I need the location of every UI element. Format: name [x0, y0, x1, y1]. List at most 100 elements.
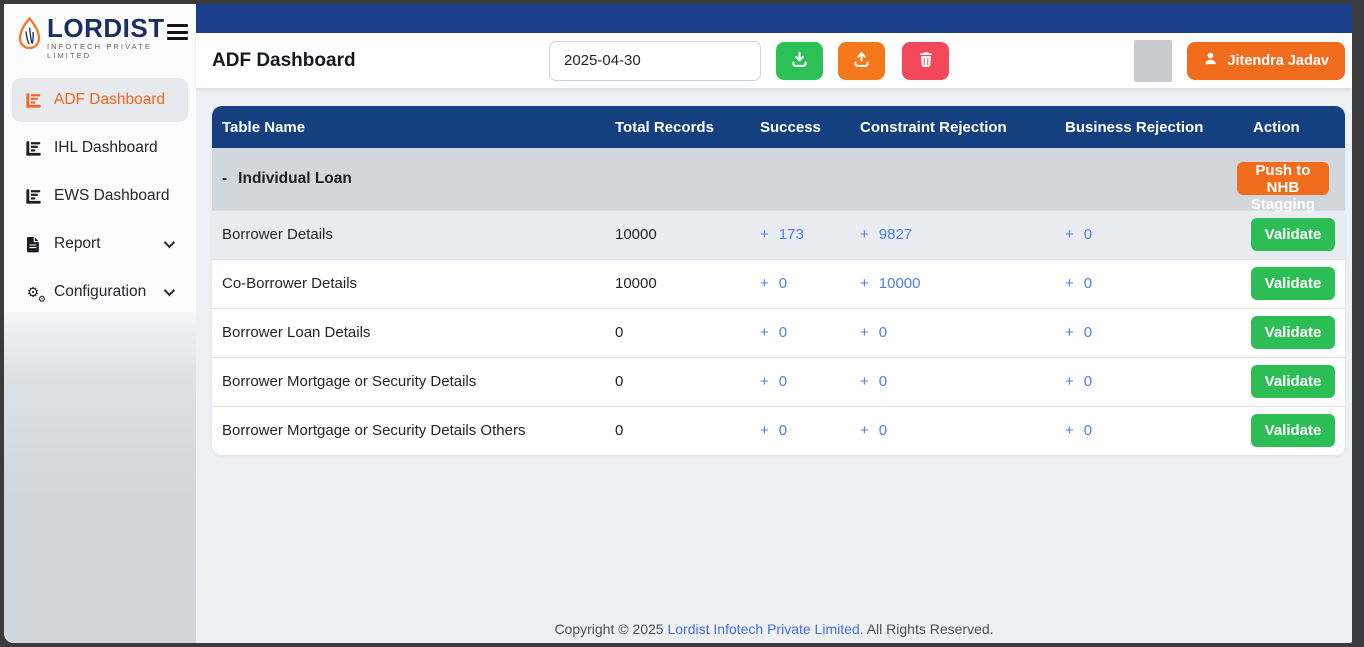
validate-button[interactable]: Validate — [1251, 365, 1335, 398]
validate-button[interactable]: Validate — [1251, 316, 1335, 349]
validate-button[interactable]: Validate — [1251, 267, 1335, 300]
table-row: Borrower Loan Details 0 +0 +0 +0 Validat… — [212, 308, 1345, 357]
flame-logo-icon — [16, 16, 43, 59]
group-row-individual-loan: - Individual Loan Push to NHB Stagging — [212, 148, 1345, 210]
company-logo[interactable]: LORDIST INFOTECH PRIVATE LIMITED — [16, 14, 167, 60]
business-count[interactable]: 0 — [1084, 275, 1092, 292]
logo-subtitle: INFOTECH PRIVATE LIMITED — [47, 42, 167, 60]
total-records-cell: 0 — [605, 406, 750, 455]
adf-table-card: Table Name Total Records Success Constra… — [212, 106, 1345, 455]
delete-button[interactable] — [902, 42, 949, 80]
broken-avatar-image — [1134, 40, 1172, 82]
table-name-cell: Borrower Mortgage or Security Details — [212, 357, 605, 406]
col-constraint-rejection: Constraint Rejection — [850, 106, 1055, 148]
sidebar-item-adf-dashboard[interactable]: ADF Dashboard — [12, 78, 188, 122]
constraint-count[interactable]: 0 — [879, 373, 887, 390]
sidebar-item-report[interactable]: Report — [12, 222, 188, 266]
table-row: Co-Borrower Details 10000 +0 +10000 +0 V… — [212, 259, 1345, 308]
footer: Copyright © 2025 Lordist Infotech Privat… — [196, 621, 1352, 637]
business-count[interactable]: 0 — [1084, 373, 1092, 390]
sidebar-menu: ADF Dashboard IHL Dashboard EWS Dashboar… — [4, 70, 196, 314]
sidebar-item-label: ADF Dashboard — [54, 91, 165, 109]
expand-plus-icon[interactable]: + — [1065, 422, 1074, 439]
sidebar-item-ihl-dashboard[interactable]: IHL Dashboard — [12, 126, 188, 170]
constraint-count[interactable]: 0 — [879, 324, 887, 341]
table-body: - Individual Loan Push to NHB Stagging B… — [212, 148, 1345, 455]
total-records-cell: 10000 — [605, 259, 750, 308]
total-records-cell: 0 — [605, 357, 750, 406]
sidebar-footer-area — [4, 312, 196, 643]
upload-icon — [853, 51, 870, 71]
success-count[interactable]: 173 — [779, 226, 804, 243]
col-table-name: Table Name — [212, 106, 605, 148]
expand-plus-icon[interactable]: + — [760, 422, 769, 439]
expand-plus-icon[interactable]: + — [860, 422, 869, 439]
success-count[interactable]: 0 — [779, 324, 787, 341]
expand-plus-icon[interactable]: + — [760, 373, 769, 390]
trash-icon — [918, 51, 934, 71]
news-ticker: ricultural sector. Sharp Drop in NABARD … — [196, 4, 1352, 33]
expand-plus-icon[interactable]: + — [860, 226, 869, 243]
table-name-cell: Borrower Mortgage or Security Details Ot… — [212, 406, 605, 455]
sidebar-item-configuration[interactable]: ⚙⚙ Configuration — [12, 270, 188, 314]
user-menu-button[interactable]: Jitendra Jadav — [1187, 42, 1345, 80]
file-icon — [24, 235, 42, 253]
collapse-icon[interactable]: - — [222, 170, 227, 188]
total-records-cell: 0 — [605, 308, 750, 357]
constraint-count[interactable]: 9827 — [879, 226, 912, 243]
sidebar-item-label: Configuration — [54, 283, 146, 301]
copyright-suffix: . All Rights Reserved. — [860, 621, 994, 637]
expand-plus-icon[interactable]: + — [760, 275, 769, 292]
logo-title: LORDIST — [47, 14, 167, 42]
page-title: ADF Dashboard — [212, 50, 549, 72]
sidebar-header: LORDIST INFOTECH PRIVATE LIMITED — [4, 4, 196, 70]
constraint-count[interactable]: 0 — [879, 422, 887, 439]
col-total-records: Total Records — [605, 106, 750, 148]
bar-chart-icon — [24, 139, 42, 157]
page-header: ADF Dashboard — [196, 33, 1352, 88]
business-count[interactable]: 0 — [1084, 226, 1092, 243]
group-label[interactable]: - Individual Loan — [222, 170, 1230, 188]
sidebar-item-ews-dashboard[interactable]: EWS Dashboard — [12, 174, 188, 218]
expand-plus-icon[interactable]: + — [860, 324, 869, 341]
constraint-count[interactable]: 10000 — [879, 275, 921, 292]
upload-button[interactable] — [838, 42, 885, 80]
expand-plus-icon[interactable]: + — [1065, 324, 1074, 341]
download-button[interactable] — [776, 42, 823, 80]
sidebar-item-label: EWS Dashboard — [54, 187, 169, 205]
download-icon — [791, 51, 808, 71]
user-name: Jitendra Jadav — [1227, 53, 1329, 69]
expand-plus-icon[interactable]: + — [860, 373, 869, 390]
expand-plus-icon[interactable]: + — [1065, 373, 1074, 390]
report-date-input[interactable] — [549, 41, 761, 81]
success-count[interactable]: 0 — [779, 422, 787, 439]
validate-button[interactable]: Validate — [1251, 414, 1335, 447]
person-icon — [1203, 51, 1218, 70]
content-area: Table Name Total Records Success Constra… — [196, 88, 1352, 643]
expand-plus-icon[interactable]: + — [1065, 275, 1074, 292]
expand-plus-icon[interactable]: + — [760, 324, 769, 341]
push-to-nhb-stagging-button[interactable]: Push to NHB Stagging — [1237, 162, 1329, 195]
success-count[interactable]: 0 — [779, 275, 787, 292]
table-name-cell: Borrower Loan Details — [212, 308, 605, 357]
adf-table: Table Name Total Records Success Constra… — [212, 106, 1345, 455]
sidebar-item-label: Report — [54, 235, 101, 253]
business-count[interactable]: 0 — [1084, 422, 1092, 439]
table-row: Borrower Mortgage or Security Details Ot… — [212, 406, 1345, 455]
table-name-cell: Co-Borrower Details — [212, 259, 605, 308]
bar-chart-icon — [24, 91, 42, 109]
company-link[interactable]: Lordist Infotech Private Limited — [667, 621, 859, 637]
app-window: LORDIST INFOTECH PRIVATE LIMITED ADF Das… — [4, 4, 1352, 643]
business-count[interactable]: 0 — [1084, 324, 1092, 341]
validate-button[interactable]: Validate — [1251, 218, 1335, 251]
group-name: Individual Loan — [238, 170, 352, 188]
expand-plus-icon[interactable]: + — [1065, 226, 1074, 243]
col-business-rejection: Business Rejection — [1055, 106, 1240, 148]
bar-chart-icon — [24, 187, 42, 205]
copyright-prefix: Copyright © 2025 — [554, 621, 667, 637]
table-row: Borrower Mortgage or Security Details 0 … — [212, 357, 1345, 406]
expand-plus-icon[interactable]: + — [860, 275, 869, 292]
success-count[interactable]: 0 — [779, 373, 787, 390]
expand-plus-icon[interactable]: + — [760, 226, 769, 243]
hamburger-menu-icon[interactable] — [167, 24, 188, 44]
